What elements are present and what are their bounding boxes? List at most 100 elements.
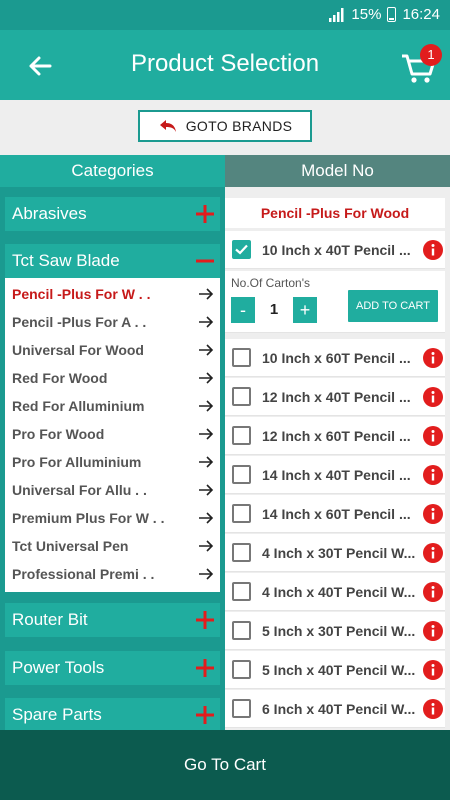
list-item[interactable]: Universal For Wood <box>5 336 220 364</box>
list-item-label: Professional Premi . . <box>12 566 155 582</box>
model-row[interactable]: 4 Inch x 30T Pencil W... <box>225 534 445 572</box>
category-label: Abrasives <box>12 204 87 223</box>
checkbox[interactable] <box>232 387 251 406</box>
cart-count-badge: 1 <box>420 44 442 66</box>
clock: 16:24 <box>402 6 440 23</box>
model-row[interactable]: 12 Inch x 40T Pencil ... <box>225 378 445 416</box>
battery-icon <box>387 7 397 22</box>
model-label: 5 Inch x 40T Pencil W... <box>262 662 416 678</box>
category-label: Router Bit <box>12 610 88 629</box>
arrow-right-icon <box>199 568 214 580</box>
list-item-label: Universal For Allu . . <box>12 482 147 498</box>
list-item[interactable]: Tct Universal Pen <box>5 532 220 560</box>
category-label: Spare Parts <box>12 705 102 724</box>
category-abrasives[interactable]: Abrasives <box>5 197 220 231</box>
model-row[interactable]: 10 Inch x 40T Pencil ... <box>225 231 445 269</box>
info-icon[interactable] <box>423 699 443 719</box>
quantity-field[interactable]: 1 <box>255 297 293 323</box>
arrow-right-icon <box>199 428 214 440</box>
model-label: 12 Inch x 40T Pencil ... <box>262 389 411 405</box>
info-icon[interactable] <box>423 504 443 524</box>
arrow-right-icon <box>199 344 214 356</box>
goto-brands-button[interactable]: GOTO BRANDS <box>138 110 312 142</box>
info-icon[interactable] <box>423 660 443 680</box>
checkbox[interactable] <box>232 465 251 484</box>
list-item-label: Pencil -Plus For W . . <box>12 286 151 302</box>
checkbox[interactable] <box>232 699 251 718</box>
category-tct-saw-blade[interactable]: Tct Saw Blade <box>5 244 220 278</box>
info-icon[interactable] <box>423 582 443 602</box>
model-row[interactable]: 14 Inch x 60T Pencil ... <box>225 495 445 533</box>
category-label: Tct Saw Blade <box>12 251 120 270</box>
status-bar: 15% 16:24 <box>0 0 450 30</box>
info-icon[interactable] <box>423 240 443 260</box>
category-router-bit[interactable]: Router Bit <box>5 603 220 637</box>
model-label: 10 Inch x 40T Pencil ... <box>262 242 411 258</box>
list-item[interactable]: Universal For Allu . . <box>5 476 220 504</box>
model-row[interactable]: 14 Inch x 40T Pencil ... <box>225 456 445 494</box>
category-spare-parts[interactable]: Spare Parts <box>5 698 220 732</box>
checkbox-checked-icon[interactable] <box>232 240 251 259</box>
checkbox[interactable] <box>232 348 251 367</box>
model-row[interactable]: 5 Inch x 30T Pencil W... <box>225 612 445 650</box>
list-item[interactable]: Red For Wood <box>5 364 220 392</box>
list-item-label: Red For Wood <box>12 370 108 386</box>
minus-icon[interactable] <box>194 244 216 278</box>
model-label: 14 Inch x 40T Pencil ... <box>262 467 411 483</box>
checkbox[interactable] <box>232 543 251 562</box>
info-icon[interactable] <box>423 621 443 641</box>
checkbox[interactable] <box>232 582 251 601</box>
model-label: 12 Inch x 60T Pencil ... <box>262 428 411 444</box>
increment-button[interactable]: + <box>293 297 317 323</box>
checkbox[interactable] <box>232 660 251 679</box>
list-item-label: Premium Plus For W . . <box>12 510 165 526</box>
checkbox[interactable] <box>232 621 251 640</box>
plus-icon[interactable] <box>194 698 216 732</box>
info-icon[interactable] <box>423 465 443 485</box>
decrement-button[interactable]: - <box>231 297 255 323</box>
arrow-right-icon <box>199 512 214 524</box>
tab-categories[interactable]: Categories <box>0 155 225 187</box>
info-icon[interactable] <box>423 426 443 446</box>
quantity-panel: No.Of Carton's - 1 + ADD TO CART <box>225 271 445 333</box>
brand-title: Pencil -Plus For Wood <box>225 198 445 228</box>
checkbox[interactable] <box>232 426 251 445</box>
cart-button[interactable]: 1 <box>396 44 442 88</box>
list-item[interactable]: Pencil -Plus For A . . <box>5 308 220 336</box>
category-power-tools[interactable]: Power Tools <box>5 651 220 685</box>
list-item[interactable]: Professional Premi . . <box>5 560 220 588</box>
models-panel: Pencil -Plus For Wood 10 Inch x 40T Penc… <box>225 187 450 732</box>
model-row[interactable]: 5 Inch x 40T Pencil W... <box>225 651 445 689</box>
arrow-right-icon <box>199 372 214 384</box>
model-row[interactable]: 6 Inch x 40T Pencil W... <box>225 690 445 728</box>
info-icon[interactable] <box>423 348 443 368</box>
battery-percent: 15% <box>351 6 382 23</box>
model-row[interactable]: 4 Inch x 40T Pencil W... <box>225 573 445 611</box>
list-item[interactable]: Pro For Wood <box>5 420 220 448</box>
list-item-label: Universal For Wood <box>12 342 144 358</box>
add-to-cart-button[interactable]: ADD TO CART <box>348 290 438 322</box>
list-item[interactable]: Red For Alluminium <box>5 392 220 420</box>
app-bar: Product Selection 1 <box>0 30 450 100</box>
plus-icon[interactable] <box>194 197 216 231</box>
arrow-right-icon <box>199 540 214 552</box>
plus-icon[interactable] <box>194 603 216 637</box>
plus-icon[interactable] <box>194 651 216 685</box>
arrow-right-icon <box>199 400 214 412</box>
list-item[interactable]: Pro For Alluminium <box>5 448 220 476</box>
tab-model-no[interactable]: Model No <box>225 155 450 187</box>
go-to-cart-button[interactable]: Go To Cart <box>0 730 450 800</box>
goto-brands-label: GOTO BRANDS <box>185 118 293 134</box>
model-row[interactable]: 10 Inch x 60T Pencil ... <box>225 339 445 377</box>
undo-arrow-icon <box>159 120 176 132</box>
info-icon[interactable] <box>423 543 443 563</box>
info-icon[interactable] <box>423 387 443 407</box>
subcategory-list: Pencil -Plus For W . . Pencil -Plus For … <box>5 278 220 592</box>
list-item[interactable]: Premium Plus For W . . <box>5 504 220 532</box>
checkbox[interactable] <box>232 504 251 523</box>
model-label: 6 Inch x 40T Pencil W... <box>262 701 416 717</box>
list-item[interactable]: Pencil -Plus For W . . <box>5 280 220 308</box>
list-item-label: Pencil -Plus For A . . <box>12 314 147 330</box>
model-row[interactable]: 12 Inch x 60T Pencil ... <box>225 417 445 455</box>
list-item-label: Tct Universal Pen <box>12 538 129 554</box>
